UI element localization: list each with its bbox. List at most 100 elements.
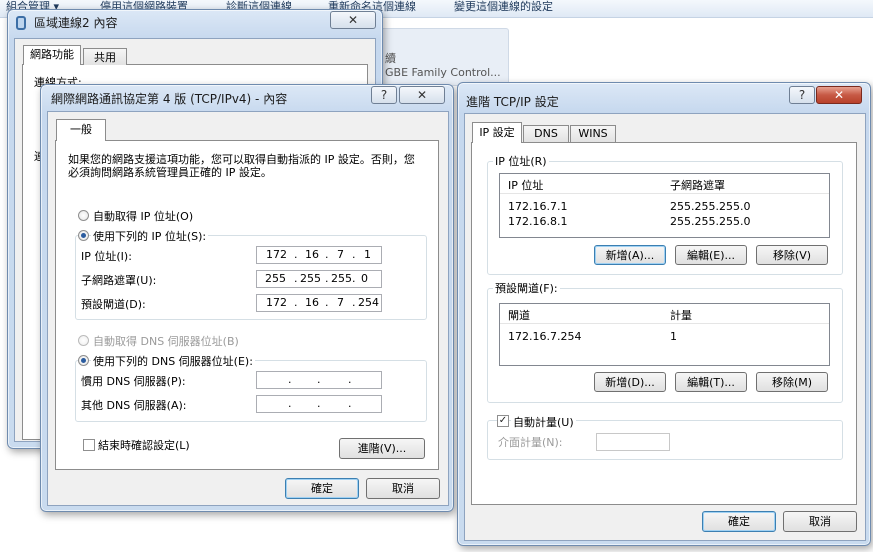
gateway-remove-button[interactable]: 移除(M) bbox=[756, 372, 828, 392]
ip-octet: 172 bbox=[266, 296, 287, 309]
validate-label[interactable]: 結束時確認設定(L) bbox=[98, 437, 190, 453]
gateway-field[interactable]: 172. 16. 7. 254 bbox=[256, 294, 382, 312]
gateway-group-label: 預設閘道(F): bbox=[493, 280, 560, 296]
ip-octet: 172 bbox=[266, 248, 287, 261]
manual-dns-label[interactable]: 使用下列的 DNS 伺服器位址(E): bbox=[91, 353, 255, 369]
tab-networking[interactable]: 網路功能 bbox=[23, 45, 81, 65]
advanced-tcpip-window: 進階 TCP/IP 設定 ? ✕ IP 設定 DNS WINS IP 位址(R)… bbox=[457, 82, 871, 546]
ip-octet: 254 bbox=[358, 296, 379, 309]
cancel-button[interactable]: 取消 bbox=[783, 511, 857, 532]
help-icon: ? bbox=[380, 88, 388, 102]
close-button[interactable]: ✕ bbox=[816, 86, 862, 104]
ip-cell: 172.16.8.1 bbox=[508, 215, 568, 228]
ip-octet: 255 bbox=[265, 272, 286, 285]
gateway-add-button[interactable]: 新增(D)... bbox=[594, 372, 666, 392]
ip-address-list[interactable]: IP 位址 子網路遮罩 172.16.7.1 255.255.255.0 172… bbox=[499, 173, 830, 238]
window-title: 進階 TCP/IP 設定 bbox=[466, 95, 559, 109]
interface-metric-label: 介面計量(N): bbox=[498, 436, 563, 449]
subnet-label: 子網路遮罩(U): bbox=[81, 274, 157, 287]
ip-dot: . bbox=[294, 296, 298, 309]
ip-cell: 172.16.7.1 bbox=[508, 200, 568, 213]
ip-octet: 7 bbox=[337, 248, 344, 261]
list-header: 閘道 計量 bbox=[500, 304, 829, 324]
ip-octet: 16 bbox=[305, 296, 319, 309]
gateway-label: 預設閘道(D): bbox=[81, 298, 146, 311]
ip-dot: . bbox=[352, 296, 356, 309]
ip-dot: . bbox=[288, 373, 292, 386]
ip-address-label: IP 位址(I): bbox=[81, 250, 132, 263]
gateway-cell: 172.16.7.254 bbox=[508, 330, 582, 343]
window-title: 網際網路通訊協定第 4 版 (TCP/IPv4) - 內容 bbox=[51, 92, 288, 106]
ip-dot: . bbox=[288, 397, 292, 410]
preferred-dns-field[interactable]: ... bbox=[256, 371, 382, 389]
ip-group-label: IP 位址(R) bbox=[493, 153, 549, 169]
metric-cell: 1 bbox=[670, 330, 677, 343]
ip-add-button[interactable]: 新增(A)... bbox=[594, 245, 666, 265]
ok-button[interactable]: 確定 bbox=[285, 478, 359, 499]
ip-octet: 16 bbox=[305, 248, 319, 261]
auto-dns-label[interactable]: 自動取得 DNS 伺服器位址(B) bbox=[93, 333, 239, 349]
ipv4-properties-window: 網際網路通訊協定第 4 版 (TCP/IPv4) - 內容 ? ✕ 一般 如果您… bbox=[40, 84, 454, 512]
alternate-dns-label: 其他 DNS 伺服器(A): bbox=[81, 399, 187, 412]
change-settings-button[interactable]: 變更這個連線的設定 bbox=[454, 0, 553, 14]
close-button[interactable]: ✕ bbox=[399, 86, 445, 104]
auto-dns-radio[interactable] bbox=[78, 335, 89, 346]
advanced-button[interactable]: 進階(V)... bbox=[339, 438, 425, 459]
subnet-field[interactable]: 255. 255. 255. 0 bbox=[256, 270, 382, 288]
gateway-list[interactable]: 閘道 計量 172.16.7.254 1 bbox=[499, 303, 830, 366]
tab-ip-settings[interactable]: IP 設定 bbox=[472, 122, 522, 143]
ip-dot: . bbox=[352, 248, 356, 261]
close-icon: ✕ bbox=[416, 88, 428, 102]
column-header[interactable]: 計量 bbox=[670, 307, 692, 323]
auto-metric-label[interactable]: 自動計量(U) bbox=[511, 414, 576, 430]
manual-ip-label[interactable]: 使用下列的 IP 位址(S): bbox=[91, 228, 209, 244]
help-icon: ? bbox=[798, 88, 806, 102]
close-icon: ✕ bbox=[833, 88, 845, 102]
ip-octet: 255 bbox=[331, 272, 352, 285]
ip-dot: . bbox=[294, 248, 298, 261]
ip-edit-button[interactable]: 編輯(E)... bbox=[675, 245, 747, 265]
mask-cell: 255.255.255.0 bbox=[670, 200, 751, 213]
ip-dot: . bbox=[352, 272, 356, 285]
validate-checkbox[interactable] bbox=[83, 439, 95, 451]
ip-dot: . bbox=[325, 296, 329, 309]
ip-dot: . bbox=[294, 272, 298, 285]
auto-ip-label[interactable]: 自動取得 IP 位址(O) bbox=[93, 208, 193, 224]
preferred-dns-label: 慣用 DNS 伺服器(P): bbox=[81, 375, 186, 388]
ip-remove-button[interactable]: 移除(V) bbox=[756, 245, 828, 265]
network-icon bbox=[16, 16, 26, 30]
auto-ip-radio[interactable] bbox=[78, 210, 89, 221]
adapter-label: GBE Family Control... bbox=[385, 66, 501, 79]
window-title: 區域連線2 內容 bbox=[34, 16, 118, 30]
adapter-status: 續 bbox=[385, 52, 396, 65]
column-header[interactable]: 閘道 bbox=[508, 307, 530, 323]
manual-ip-radio[interactable] bbox=[78, 230, 89, 241]
column-header[interactable]: IP 位址 bbox=[508, 177, 543, 193]
auto-metric-checkbox[interactable]: ✓ bbox=[497, 415, 509, 427]
tab-sharing[interactable]: 共用 bbox=[83, 48, 127, 65]
interface-metric-input[interactable] bbox=[596, 433, 670, 451]
alternate-dns-field[interactable]: ... bbox=[256, 395, 382, 413]
tab-general[interactable]: 一般 bbox=[56, 119, 106, 141]
ip-dot: . bbox=[348, 373, 352, 386]
help-button[interactable]: ? bbox=[789, 86, 815, 104]
tab-dns[interactable]: DNS bbox=[523, 125, 569, 142]
tab-wins[interactable]: WINS bbox=[570, 125, 616, 142]
mask-cell: 255.255.255.0 bbox=[670, 215, 751, 228]
cancel-button[interactable]: 取消 bbox=[366, 478, 440, 499]
ip-octet: 1 bbox=[364, 248, 371, 261]
ip-dot: . bbox=[348, 397, 352, 410]
ip-dot: . bbox=[317, 397, 321, 410]
ip-octet: 7 bbox=[337, 296, 344, 309]
ip-address-field[interactable]: 172. 16. 7. 1 bbox=[256, 246, 382, 264]
list-header: IP 位址 子網路遮罩 bbox=[500, 174, 829, 194]
help-button[interactable]: ? bbox=[371, 86, 397, 104]
close-button[interactable]: ✕ bbox=[330, 11, 376, 29]
gateway-edit-button[interactable]: 編輯(T)... bbox=[675, 372, 747, 392]
column-header[interactable]: 子網路遮罩 bbox=[670, 177, 725, 193]
ok-button[interactable]: 確定 bbox=[702, 511, 776, 532]
ip-dot: . bbox=[325, 248, 329, 261]
close-icon: ✕ bbox=[347, 13, 359, 27]
manual-dns-radio[interactable] bbox=[78, 355, 89, 366]
ip-octet: 255 bbox=[300, 272, 321, 285]
